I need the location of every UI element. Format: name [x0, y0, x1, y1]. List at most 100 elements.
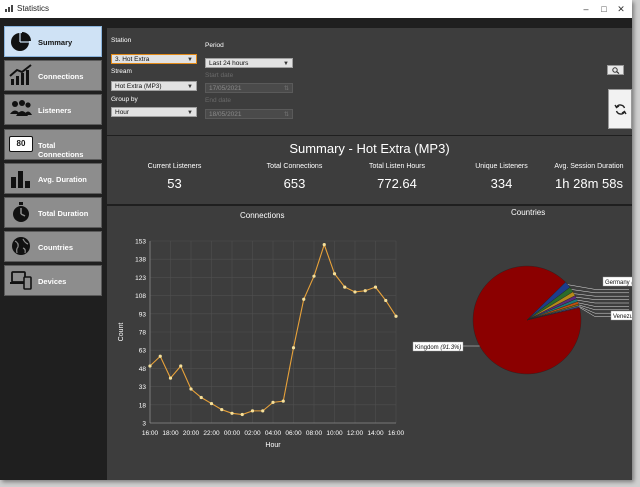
data-point [199, 395, 203, 400]
y-tick-label: 78 [139, 330, 147, 337]
nav-label: Avg. Duration [38, 174, 87, 184]
stat-label: Current Listeners [147, 163, 202, 170]
chevron-down-icon: ▼ [187, 84, 193, 90]
leader-line [574, 293, 629, 297]
x-tick-label: 02:00 [244, 430, 261, 437]
stat-total-connections: Total Connections 653 [247, 163, 342, 191]
counter-icon: 80 [9, 135, 33, 152]
nav-label: Connections [38, 72, 84, 82]
title-bar: Statistics – □ ✕ [0, 0, 632, 18]
stat-label: Total Connections [266, 163, 323, 170]
data-point [312, 274, 316, 278]
people-icon [10, 100, 32, 117]
data-point [271, 400, 275, 404]
data-point [261, 409, 265, 413]
x-tick-label: 18:00 [162, 430, 179, 437]
globe-icon [12, 237, 30, 256]
stat-label: Unique Listeners [475, 163, 528, 170]
x-tick-label: 08:00 [306, 430, 323, 437]
x-tick-label: 16:00 [142, 430, 159, 437]
x-tick-label: 00:00 [224, 430, 241, 437]
y-tick-label: 18 [139, 402, 147, 409]
data-point [291, 346, 296, 350]
pie-label-text: Venezuela (0.2%) [613, 314, 632, 320]
period-value: Last 24 hours [209, 60, 249, 67]
nav-total-connections[interactable]: 80 Total Connections [4, 128, 102, 160]
close-icon[interactable]: ✕ [614, 3, 628, 15]
data-point [148, 364, 152, 368]
leader-line [577, 299, 629, 304]
nav-label: Devices [38, 277, 67, 287]
search-icon [612, 67, 620, 74]
spinner-icon: ⇅ [283, 112, 289, 118]
stat-label: Avg. Session Duration [554, 163, 624, 170]
stat-value: 772.64 [377, 176, 417, 191]
data-point [322, 243, 326, 247]
stat-value: 334 [490, 176, 513, 191]
pie-label-pct: (2.0%) [631, 280, 632, 286]
end-date-value: 18/05/2021 [209, 111, 242, 118]
leader-line [575, 296, 629, 300]
nav-label: Summary [38, 38, 73, 47]
data-point [209, 401, 214, 406]
pie-label-name: Kingdom [415, 345, 440, 351]
y-tick-label: 138 [135, 257, 146, 264]
app-icon [5, 5, 13, 12]
search-button[interactable] [607, 65, 624, 75]
nav-connections[interactable]: Connections [4, 60, 102, 92]
x-tick-label: 20:00 [183, 430, 200, 437]
nav-listeners[interactable]: Listeners [4, 94, 102, 126]
pie-label-name: Germany [605, 280, 631, 286]
end-date-label: End date [205, 97, 232, 104]
minimize-icon[interactable]: – [579, 3, 593, 15]
nav-label: Listeners [38, 106, 72, 116]
x-tick-label: 12:00 [347, 430, 364, 437]
connections-line-chart: 3 18 33 48 63 78 93 108 123 138 153 16:00 18:00 20:00… [118, 239, 405, 450]
y-tick-label: 93 [139, 311, 147, 318]
period-select[interactable]: Last 24 hours ▼ [205, 58, 293, 68]
nav-summary[interactable]: Summary [4, 26, 102, 57]
data-point [189, 387, 193, 391]
groupby-select[interactable]: Hour ▼ [111, 107, 197, 117]
period-label: Period [205, 42, 224, 49]
data-point [353, 290, 357, 294]
y-tick-label: 123 [135, 275, 146, 282]
leader-line [578, 302, 629, 307]
statistics-window: Statistics – □ ✕ Summary Connections Lis… [0, 0, 632, 480]
pie-label: Venezuela (0.2%) [610, 310, 632, 321]
data-point [384, 298, 388, 303]
y-tick-label: 48 [139, 366, 147, 373]
pie-label-text: Germany (2.0%) [605, 280, 632, 286]
x-tick-label: 06:00 [285, 430, 302, 437]
station-label: Station [111, 37, 132, 44]
nav-label: Total Duration [38, 208, 89, 218]
data-point [250, 409, 255, 413]
line-chart-icon [9, 64, 32, 86]
nav-devices[interactable]: Devices [4, 265, 102, 297]
stream-value: Hot Extra (MP3) [115, 83, 162, 90]
chevron-down-icon: ▼ [283, 61, 289, 67]
y-axis-label: Count [118, 323, 125, 342]
leader-line [578, 304, 629, 311]
leader-line [571, 289, 629, 294]
start-date-input[interactable]: 17/05/2021 ⇅ [205, 83, 293, 93]
refresh-button[interactable] [608, 89, 632, 129]
y-tick-label: 153 [135, 239, 146, 246]
data-point [168, 376, 173, 380]
end-date-input[interactable]: 18/05/2021 ⇅ [205, 109, 293, 119]
y-tick-label: 3 [142, 421, 146, 428]
nav-avg-duration[interactable]: Avg. Duration [4, 162, 102, 194]
data-point [240, 412, 244, 417]
data-point [179, 364, 183, 368]
stream-select[interactable]: Hot Extra (MP3) ▼ [111, 81, 197, 91]
pie-label-name: Venezuela [613, 314, 632, 320]
maximize-icon[interactable]: □ [597, 3, 611, 15]
stat-value: 53 [167, 176, 182, 191]
spinner-icon: ⇅ [283, 86, 289, 92]
nav-total-duration[interactable]: Total Duration [4, 196, 102, 228]
pie-label-pct: (91.3%) [440, 345, 461, 351]
stat-current-listeners: Current Listeners 53 [127, 163, 222, 191]
station-select[interactable]: 3. Hot Extra ▼ [111, 54, 197, 64]
data-point [158, 354, 162, 358]
nav-countries[interactable]: Countries [4, 231, 102, 263]
